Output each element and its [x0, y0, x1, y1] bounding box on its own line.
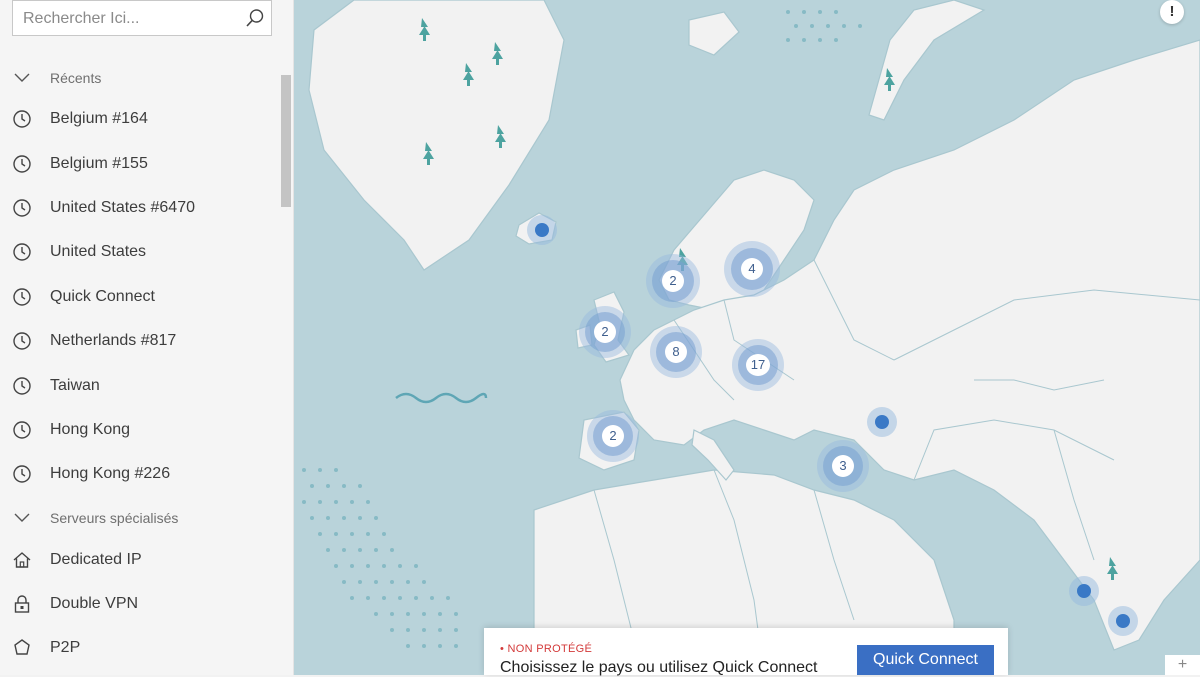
home-icon — [13, 552, 31, 568]
recent-item[interactable]: Belgium #164 — [0, 99, 278, 139]
clock-icon — [13, 155, 31, 173]
specialty-item-p2p[interactable]: P2P — [0, 628, 278, 668]
clock-icon — [13, 110, 31, 128]
chevron-down-icon — [14, 513, 30, 522]
clock-icon — [13, 288, 31, 306]
specialty-item-double-vpn[interactable]: Double VPN — [0, 584, 278, 624]
section-recents-label: Récents — [50, 70, 102, 86]
recent-item[interactable]: Hong Kong #226 — [0, 454, 278, 494]
recent-item[interactable]: Taiwan — [0, 366, 278, 406]
recent-item-label: Belgium #164 — [50, 110, 148, 127]
specialty-item-label: Double VPN — [50, 595, 139, 612]
search-input[interactable] — [13, 1, 245, 37]
cluster-count: 8 — [665, 341, 687, 363]
server-cluster-middle-east[interactable]: 3 — [817, 440, 869, 492]
section-specialty-label: Serveurs spécialisés — [50, 510, 179, 526]
cluster-count: 3 — [832, 455, 854, 477]
sidebar: Récents Belgium #164 Belgium #155 United… — [0, 0, 294, 675]
clock-icon — [13, 199, 31, 217]
recent-item[interactable]: Hong Kong — [0, 410, 278, 450]
clock-icon — [13, 332, 31, 350]
lock-icon — [14, 595, 30, 613]
clock-icon — [13, 243, 31, 261]
search-box[interactable] — [12, 0, 272, 37]
sidebar-scrollbar[interactable] — [281, 75, 291, 207]
quick-connect-button[interactable]: Quick Connect — [857, 645, 994, 675]
server-marker-india-west[interactable] — [1069, 576, 1099, 606]
server-cluster-iberia[interactable]: 2 — [587, 410, 639, 462]
p2p-icon — [14, 639, 30, 655]
zoom-in-button[interactable]: + — [1165, 655, 1200, 675]
cluster-count: 2 — [602, 425, 624, 447]
status-message: Choisissez le pays ou utilisez Quick Con… — [500, 659, 818, 676]
clock-icon — [13, 421, 31, 439]
wave-decoration — [395, 392, 488, 404]
section-recents-toggle[interactable]: Récents — [0, 58, 278, 98]
clock-icon — [13, 377, 31, 395]
section-specialty-toggle[interactable]: Serveurs spécialisés — [0, 498, 278, 538]
recent-item-label: United States — [50, 243, 147, 260]
recent-item-label: United States #6470 — [50, 199, 195, 216]
clock-icon — [13, 465, 31, 483]
specialty-item-dedicated-ip[interactable]: Dedicated IP — [0, 540, 278, 580]
recent-item[interactable]: Quick Connect — [0, 277, 278, 317]
server-cluster-sweden[interactable]: 4 — [724, 241, 780, 297]
recent-item[interactable]: United States — [0, 232, 278, 272]
specialty-item-label: P2P — [50, 639, 81, 656]
specialty-item-label: Dedicated IP — [50, 551, 142, 568]
status-badge: • NON PROTÉGÉ — [500, 643, 593, 655]
recent-item-label: Hong Kong #226 — [50, 465, 171, 482]
world-map[interactable]: 2 2 4 8 17 2 3 — [294, 0, 1200, 675]
server-marker-georgia[interactable] — [867, 407, 897, 437]
recent-item[interactable]: United States #6470 — [0, 188, 278, 228]
recent-item-label: Taiwan — [50, 377, 100, 394]
map-land — [302, 0, 1200, 675]
server-cluster-germany[interactable]: 8 — [650, 326, 702, 378]
recent-item-label: Quick Connect — [50, 288, 155, 305]
recent-item-label: Belgium #155 — [50, 155, 148, 172]
server-cluster-central-europe[interactable]: 17 — [732, 339, 784, 391]
info-button[interactable]: ! — [1160, 0, 1184, 24]
cluster-count: 4 — [741, 258, 763, 280]
cluster-count: 2 — [662, 270, 684, 292]
server-marker-iceland[interactable] — [527, 215, 557, 245]
status-badge-text: NON PROTÉGÉ — [507, 643, 593, 655]
recent-item[interactable]: Belgium #155 — [0, 144, 278, 184]
search-icon[interactable] — [245, 8, 265, 28]
server-marker-india-south[interactable] — [1108, 606, 1138, 636]
recent-item-label: Hong Kong — [50, 421, 131, 438]
recent-item-label: Netherlands #817 — [50, 332, 177, 349]
cluster-count: 17 — [746, 354, 770, 376]
recent-item[interactable]: Netherlands #817 — [0, 321, 278, 361]
server-cluster-norway[interactable]: 2 — [646, 254, 700, 308]
server-cluster-uk[interactable]: 2 — [579, 306, 631, 358]
chevron-down-icon — [14, 73, 30, 82]
cluster-count: 2 — [594, 321, 616, 343]
